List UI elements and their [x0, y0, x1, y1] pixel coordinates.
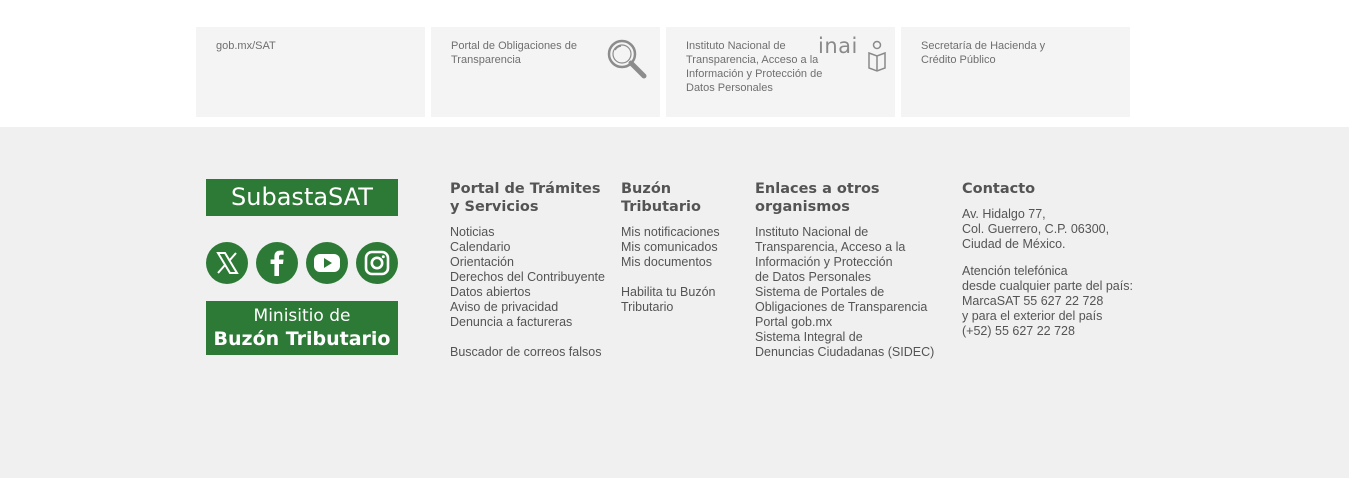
link-line: Denuncias Ciudadanas (SIDEC): [755, 345, 935, 359]
minisitio-buzon-tributario-button[interactable]: Minisitio de Buzón Tributario: [206, 301, 398, 355]
link-line: Obligaciones de Transparencia: [755, 300, 928, 314]
footer-link-datos-abiertos[interactable]: Datos abiertos: [450, 285, 620, 300]
link-line: Sistema Integral de: [755, 330, 863, 344]
phone-line: Atención telefónica: [962, 264, 1068, 278]
address-line: Av. Hidalgo 77,: [962, 207, 1046, 221]
footer-link-mis-documentos[interactable]: Mis documentos: [621, 255, 746, 270]
inai-logo: inai: [818, 36, 886, 72]
footer-link-inai[interactable]: Instituto Nacional de Transparencia, Acc…: [755, 225, 955, 285]
footer-link-mis-notificaciones[interactable]: Mis notificaciones: [621, 225, 746, 240]
footer-link-derechos-contribuyente[interactable]: Derechos del Contribuyente: [450, 270, 620, 285]
footer-link-calendario[interactable]: Calendario: [450, 240, 620, 255]
card-shcp[interactable]: Secretaría de Hacienda y Crédito Público: [901, 27, 1130, 117]
footer-link-portal-gob-mx[interactable]: Portal gob.mx: [755, 315, 955, 330]
col-heading-line: Portal de Trámites: [450, 181, 601, 197]
youtube-icon[interactable]: [306, 242, 348, 284]
footer-link-noticias[interactable]: Noticias: [450, 225, 620, 240]
social-links: [206, 242, 398, 284]
x-twitter-icon[interactable]: [206, 242, 248, 284]
phone-line: (+52) 55 627 22 728: [962, 324, 1075, 338]
phone-line: MarcaSAT 55 627 22 728: [962, 294, 1104, 308]
footer-link-sidec[interactable]: Sistema Integral de Denuncias Ciudadanas…: [755, 330, 955, 360]
link-line: Tributario: [621, 300, 674, 314]
contact-address: Av. Hidalgo 77, Col. Guerrero, C.P. 0630…: [962, 207, 1152, 252]
inai-logo-text: inai: [818, 34, 858, 58]
footer-link-aviso-privacidad[interactable]: Aviso de privacidad: [450, 300, 620, 315]
col-heading-line: y Servicios: [450, 199, 539, 215]
phone-line: desde cualquier parte del país:: [962, 279, 1133, 293]
col-heading: Buzón Tributario: [621, 181, 701, 215]
subasta-sat-button[interactable]: SubastaSAT: [206, 179, 398, 216]
footer-link-habilita-buzon[interactable]: Habilita tu Buzón Tributario: [621, 285, 746, 315]
link-line: Habilita tu Buzón: [621, 285, 716, 299]
footer-col-buzon-tributario: Buzón Tributario Mis notificaciones Mis …: [621, 180, 746, 315]
footer-col-enlaces-organismos: Enlaces a otros organismos Instituto Nac…: [755, 180, 955, 360]
col-heading: Enlaces a otros organismos: [755, 181, 880, 215]
buzon-button-line1: Minisitio de: [253, 306, 351, 326]
footer: SubastaSAT Minisitio de Buzón Tributario…: [0, 127, 1349, 478]
footer-link-denuncia-factureras[interactable]: Denuncia a factureras: [450, 315, 620, 330]
link-line: Información y Protección: [755, 255, 893, 269]
address-line: Ciudad de México.: [962, 237, 1066, 251]
link-line: Transparencia, Acceso a la: [755, 240, 906, 254]
instagram-icon[interactable]: [356, 242, 398, 284]
buzon-button-line2: Buzón Tributario: [213, 328, 391, 350]
col-heading: Portal de Trámites y Servicios: [450, 180, 620, 216]
phone-line: y para el exterior del país: [962, 309, 1103, 323]
top-links-bar: gob.mx/SAT Portal de Obligaciones de Tra…: [196, 27, 1130, 117]
card-gob-sat[interactable]: gob.mx/SAT: [196, 27, 425, 117]
footer-link-buscador-correos-falsos[interactable]: Buscador de correos falsos: [450, 345, 620, 360]
footer-col-contacto: Contacto Av. Hidalgo 77, Col. Guerrero, …: [962, 180, 1152, 339]
card-label: gob.mx/SAT: [216, 40, 276, 52]
link-line: Instituto Nacional de: [755, 225, 869, 239]
footer-col-portal-tramites: Portal de Trámites y Servicios Noticias …: [450, 180, 620, 360]
col-heading: Contacto: [962, 181, 1036, 197]
address-line: Col. Guerrero, C.P. 06300,: [962, 222, 1110, 236]
contact-phone: Atención telefónica desde cualquier part…: [962, 264, 1152, 339]
footer-link-orientacion[interactable]: Orientación: [450, 255, 620, 270]
link-line: Sistema de Portales de: [755, 285, 885, 299]
footer-link-sipot[interactable]: Sistema de Portales de Obligaciones de T…: [755, 285, 955, 315]
link-line: de Datos Personales: [755, 270, 872, 284]
card-label: Portal de Obligaciones de Transparencia: [451, 40, 577, 66]
card-inai[interactable]: Instituto Nacional de Transparencia, Acc…: [666, 27, 895, 117]
facebook-icon[interactable]: [256, 242, 298, 284]
card-label: Secretaría de Hacienda y Crédito Público: [921, 40, 1046, 66]
card-label: Instituto Nacional de Transparencia, Acc…: [686, 40, 823, 94]
search-magnifier-icon: [605, 37, 649, 85]
footer-link-mis-comunicados[interactable]: Mis comunicados: [621, 240, 746, 255]
card-portal-transparencia[interactable]: Portal de Obligaciones de Transparencia: [431, 27, 660, 117]
